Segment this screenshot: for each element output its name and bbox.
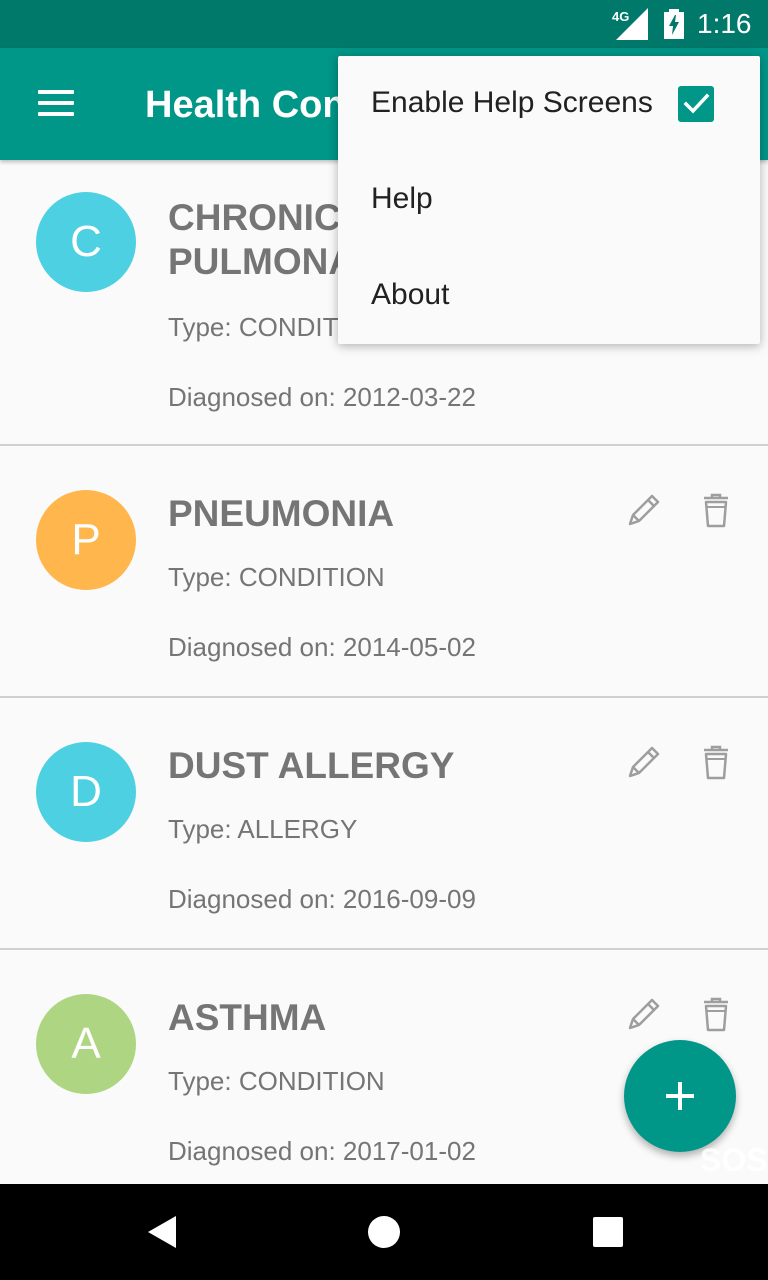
- home-icon[interactable]: [368, 1216, 400, 1248]
- avatar: A: [36, 994, 136, 1094]
- pencil-icon[interactable]: [624, 994, 664, 1034]
- trash-icon[interactable]: [696, 490, 736, 530]
- hamburger-menu-icon[interactable]: [24, 80, 88, 128]
- avatar: P: [36, 490, 136, 590]
- list-item[interactable]: D DUST ALLERGY Type: ALLERGY Diagnosed o…: [0, 698, 768, 950]
- menu-item-enable-help-screens[interactable]: Enable Help Screens: [338, 56, 760, 152]
- avatar: C: [36, 192, 136, 292]
- diagnosed-date: Diagnosed on: 2016-09-09: [168, 884, 476, 914]
- condition-type: Type: ALLERGY: [168, 814, 358, 844]
- menu-item-label: Enable Help Screens: [371, 86, 653, 119]
- battery-charging-icon: [664, 9, 684, 39]
- diagnosed-date: Diagnosed on: 2014-05-02: [168, 632, 476, 662]
- diagnosed-date: Diagnosed on: 2012-03-22: [168, 382, 476, 412]
- pencil-icon[interactable]: [624, 742, 664, 782]
- pencil-icon[interactable]: [624, 490, 664, 530]
- condition-name: ASTHMA: [168, 997, 327, 1038]
- condition-name: DUST ALLERGY: [168, 745, 455, 786]
- enable-help-checkbox[interactable]: [678, 86, 714, 122]
- plus-icon-vertical: [678, 1082, 682, 1110]
- check-icon: [683, 93, 710, 114]
- menu-item-label: Help: [371, 182, 433, 215]
- add-condition-button[interactable]: [624, 1040, 736, 1152]
- back-icon[interactable]: [144, 1212, 184, 1252]
- avatar: D: [36, 742, 136, 842]
- sos-label[interactable]: SOS: [700, 1142, 768, 1179]
- overflow-menu: Enable Help Screens Help About: [338, 56, 760, 344]
- diagnosed-date: Diagnosed on: 2017-01-02: [168, 1136, 476, 1166]
- status-bar: 4G 1:16: [0, 0, 768, 48]
- trash-icon[interactable]: [696, 994, 736, 1034]
- menu-item-help[interactable]: Help: [338, 152, 760, 248]
- list-item[interactable]: P PNEUMONIA Type: CONDITION Diagnosed on…: [0, 446, 768, 698]
- menu-item-about[interactable]: About: [338, 248, 760, 344]
- network-type-label: 4G: [612, 9, 630, 24]
- condition-name: PNEUMONIA: [168, 493, 395, 534]
- recents-icon[interactable]: [593, 1217, 623, 1247]
- clock: 1:16: [697, 8, 752, 39]
- menu-item-label: About: [371, 278, 450, 311]
- trash-icon[interactable]: [696, 742, 736, 782]
- condition-type: Type: CONDITION: [168, 1066, 385, 1096]
- condition-type: Type: CONDITION: [168, 562, 385, 592]
